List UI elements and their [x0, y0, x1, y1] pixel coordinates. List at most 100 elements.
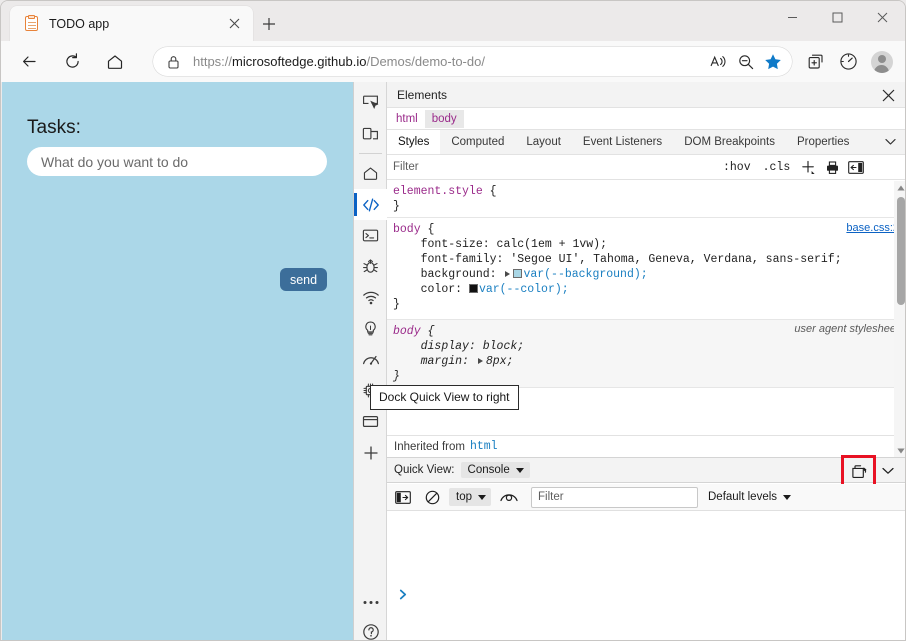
- close-icon[interactable]: [877, 84, 899, 106]
- send-button[interactable]: send: [280, 268, 327, 291]
- css-rule-element-style[interactable]: element.style { }: [387, 181, 905, 217]
- clipboard-icon: [23, 15, 40, 32]
- panel-title: Elements: [397, 87, 448, 102]
- console-filter-input[interactable]: [531, 486, 698, 508]
- console-context-value: top: [456, 491, 472, 503]
- collections-icon[interactable]: [799, 46, 832, 77]
- home-icon[interactable]: [354, 158, 387, 189]
- console-output[interactable]: [387, 511, 905, 640]
- tooltip: Dock Quick View to right: [370, 385, 519, 410]
- quick-view-select[interactable]: Console: [460, 462, 530, 478]
- styles-scrollbar[interactable]: [894, 181, 905, 457]
- scrollbar-thumb[interactable]: [896, 197, 905, 305]
- css-rule-body-basecss[interactable]: body { base.css:2 font-size: calc(1em + …: [387, 217, 905, 315]
- console-terminal-icon[interactable]: [354, 220, 387, 251]
- profile-avatar-icon[interactable]: [865, 46, 898, 77]
- debugger-bug-icon[interactable]: [354, 251, 387, 282]
- more-ellipsis-icon[interactable]: [898, 46, 905, 77]
- read-aloud-icon[interactable]: [705, 49, 732, 74]
- scroll-up-arrow-icon[interactable]: [894, 181, 905, 194]
- css-rule-selector-line: body {: [393, 223, 435, 236]
- chevron-down-icon[interactable]: [879, 130, 901, 154]
- chevron-down-icon[interactable]: [877, 460, 899, 482]
- color-swatch: [513, 269, 523, 278]
- browser-tab[interactable]: TODO app: [10, 6, 253, 41]
- css-selector: element.style: [393, 185, 483, 198]
- add-tool-plus-icon[interactable]: [354, 437, 387, 468]
- maximize-button[interactable]: [815, 1, 860, 34]
- close-window-button[interactable]: [860, 1, 905, 34]
- star-filled-icon[interactable]: [759, 49, 786, 74]
- url-text[interactable]: https://microsoftedge.github.io/Demos/de…: [193, 54, 705, 69]
- issues-lightbulb-icon[interactable]: [354, 313, 387, 344]
- quick-view-label: Quick View:: [394, 464, 455, 476]
- hov-toggle[interactable]: :hov: [717, 161, 757, 174]
- css-rule-close-brace: }: [393, 200, 400, 213]
- chevron-down-icon: [783, 494, 792, 500]
- tab-event-listeners[interactable]: Event Listeners: [572, 130, 673, 154]
- tab-styles[interactable]: Styles: [387, 130, 441, 154]
- quick-view-selected-value: Console: [467, 464, 510, 476]
- print-media-icon[interactable]: [820, 156, 844, 178]
- device-emulation-icon[interactable]: [354, 118, 387, 149]
- quick-view-bar: Quick View: Console: [387, 455, 905, 488]
- css-declaration[interactable]: color: var(--color);: [393, 282, 905, 297]
- css-source-link[interactable]: base.css:2: [846, 222, 899, 234]
- url-path: /Demos/demo-to-do/: [366, 54, 485, 69]
- css-declaration[interactable]: font-size: calc(1em + 1vw);: [393, 237, 905, 252]
- css-selector: body: [393, 325, 421, 338]
- css-declaration: margin: 8px;: [420, 355, 514, 368]
- chevron-down-icon: [478, 494, 486, 500]
- css-declaration[interactable]: font-family: 'Segoe UI', Tahoma, Geneva,…: [393, 252, 905, 267]
- performance-gauge-icon[interactable]: [354, 344, 387, 375]
- lock-icon[interactable]: [160, 49, 186, 75]
- clear-console-icon[interactable]: [419, 485, 445, 509]
- minimize-button[interactable]: [770, 1, 815, 34]
- elements-code-icon[interactable]: [354, 189, 387, 220]
- css-rule-body-useragent[interactable]: body { user agent stylesheet display: bl…: [387, 319, 905, 388]
- home-button[interactable]: [100, 47, 130, 77]
- network-wifi-icon[interactable]: [354, 282, 387, 313]
- address-bar-icons: [705, 49, 786, 74]
- address-bar[interactable]: https://microsoftedge.github.io/Demos/de…: [153, 47, 792, 76]
- page-title: Tasks:: [27, 117, 81, 138]
- plus-icon[interactable]: [796, 156, 820, 178]
- tab-layout[interactable]: Layout: [515, 130, 572, 154]
- back-button[interactable]: [14, 47, 44, 77]
- console-levels-value: Default levels: [708, 491, 778, 503]
- console-levels-select[interactable]: Default levels: [708, 491, 792, 503]
- more-ellipsis-icon[interactable]: [354, 587, 387, 618]
- zoom-out-icon[interactable]: [732, 49, 759, 74]
- refresh-button[interactable]: [57, 47, 87, 77]
- title-bar: TODO app: [1, 1, 905, 41]
- todo-input[interactable]: [27, 147, 327, 176]
- url-scheme: https://: [193, 54, 233, 69]
- css-declaration[interactable]: background: var(--background);: [393, 267, 905, 282]
- tab-computed[interactable]: Computed: [440, 130, 515, 154]
- inherited-source[interactable]: html: [470, 440, 498, 453]
- breadcrumb-item-body[interactable]: body: [424, 109, 464, 128]
- styles-filter-input[interactable]: [393, 157, 717, 177]
- devtools-activity-bar: [354, 82, 387, 640]
- new-tab-button[interactable]: [257, 12, 281, 36]
- inherited-label: Inherited from: [394, 440, 465, 453]
- breadcrumb-item-html[interactable]: html: [389, 110, 425, 128]
- cls-toggle[interactable]: .cls: [757, 161, 797, 174]
- performance-gauge-icon[interactable]: [832, 46, 865, 77]
- help-question-icon[interactable]: [354, 616, 387, 640]
- live-expression-eye-icon[interactable]: [496, 485, 522, 509]
- console-context-select[interactable]: top: [449, 488, 491, 506]
- chevron-down-icon: [515, 467, 524, 473]
- console-sidebar-icon[interactable]: [390, 485, 416, 509]
- dock-to-right-icon[interactable]: [848, 460, 871, 482]
- breadcrumb: html body: [387, 108, 905, 130]
- css-rule-close-brace: }: [393, 370, 400, 383]
- toggle-sidebar-icon[interactable]: [844, 156, 868, 178]
- inspect-element-icon[interactable]: [354, 87, 387, 118]
- color-swatch: [468, 284, 478, 293]
- tab-properties[interactable]: Properties: [786, 130, 860, 154]
- tab-dom-breakpoints[interactable]: DOM Breakpoints: [673, 130, 786, 154]
- application-window-icon[interactable]: [354, 406, 387, 437]
- tab-close-button[interactable]: [223, 13, 245, 35]
- scroll-down-arrow-icon[interactable]: [894, 444, 905, 457]
